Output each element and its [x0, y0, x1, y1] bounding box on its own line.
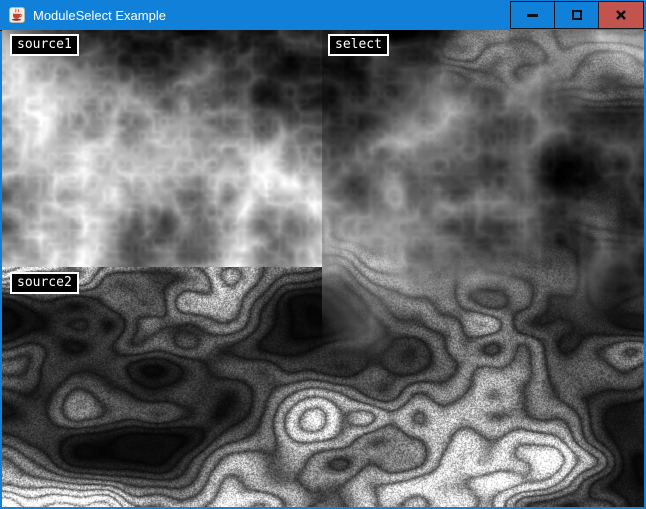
- close-icon: [615, 9, 627, 21]
- minimize-button[interactable]: [510, 1, 555, 29]
- maximize-button[interactable]: [554, 1, 599, 29]
- close-button[interactable]: [598, 1, 644, 29]
- java-app-icon[interactable]: [9, 7, 25, 23]
- label-source2: source2: [10, 272, 79, 294]
- titlebar[interactable]: ModuleSelect Example: [0, 0, 646, 30]
- label-source1: source1: [10, 34, 79, 56]
- render-area: source1 select source2: [2, 30, 644, 507]
- maximize-icon: [572, 10, 582, 20]
- app-window: ModuleSelect Example source1 select sour…: [0, 0, 646, 509]
- source1-noise-canvas: [2, 30, 322, 267]
- window-title: ModuleSelect Example: [33, 8, 166, 23]
- source2-noise-canvas: [2, 267, 322, 507]
- label-select: select: [328, 34, 389, 56]
- window-controls: [511, 1, 644, 29]
- minimize-icon: [527, 14, 538, 17]
